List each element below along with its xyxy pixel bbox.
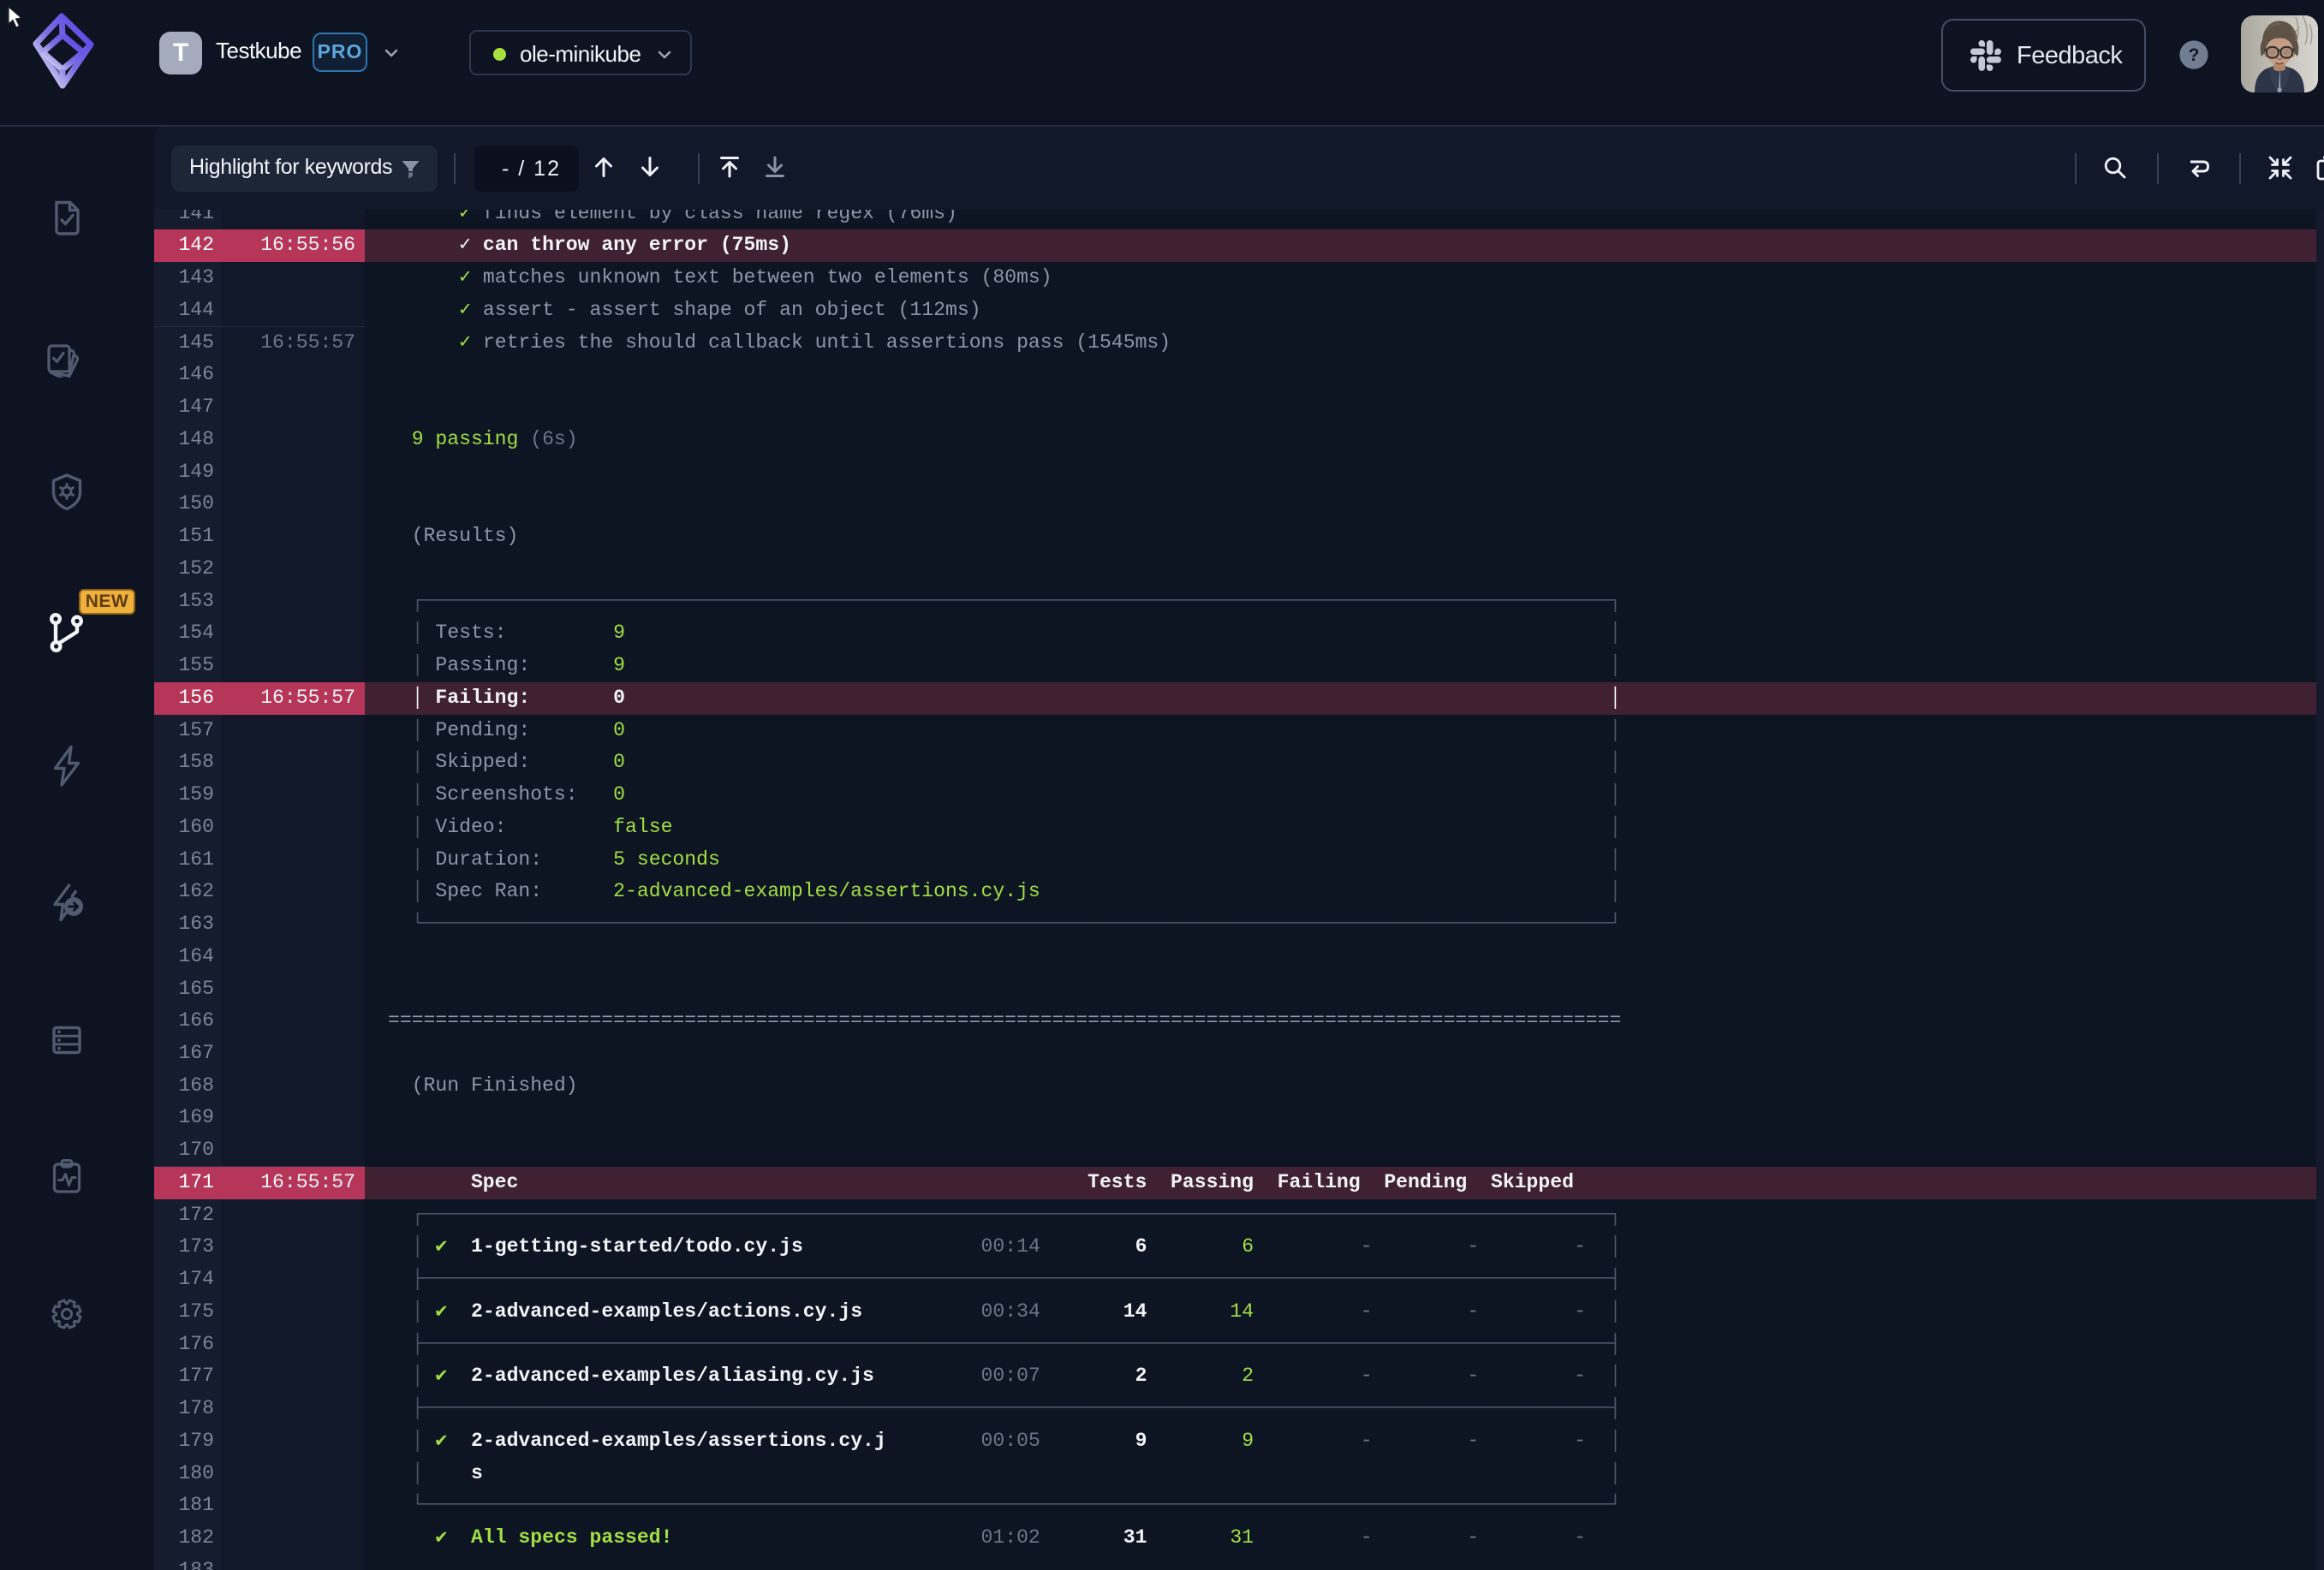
svg-text:?: ? <box>2189 45 2200 65</box>
